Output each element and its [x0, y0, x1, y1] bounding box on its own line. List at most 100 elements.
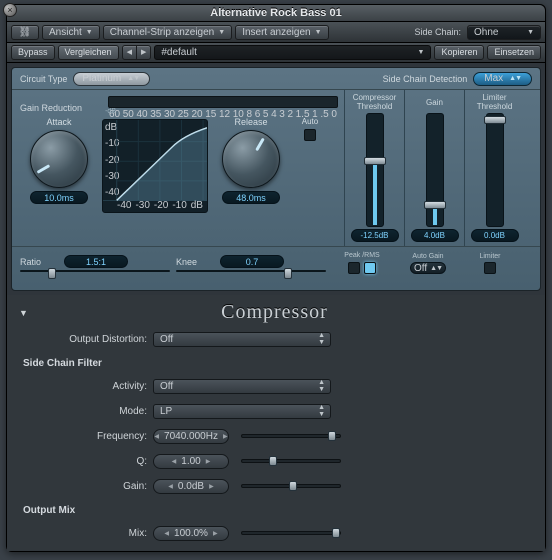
- q-row: Q: ◀1.00▶: [19, 451, 533, 471]
- limiter-readout[interactable]: 0.0dB: [471, 229, 519, 242]
- knee-readout[interactable]: 0.7: [220, 255, 284, 268]
- auto-gain-select[interactable]: Off▲▼: [410, 262, 446, 274]
- gain-readout[interactable]: 4.0dB: [411, 229, 459, 242]
- link-icon: ⛓: [18, 27, 32, 38]
- curve-svg: [103, 120, 207, 212]
- limiter-toggle-block: Limiter: [464, 253, 516, 274]
- gr-label: Gain Reduction: [20, 103, 102, 113]
- bottom-slider-row: Ratio 1.5:1 Knee 0.7 Peak /RMS: [12, 246, 540, 280]
- mode-label: Mode:: [19, 406, 147, 417]
- scf-gain-readout: 0.0dB: [178, 481, 204, 492]
- knee-slider[interactable]: [176, 270, 326, 272]
- limiter-toggle-label: Limiter: [479, 253, 500, 260]
- peak-rms-block: Peak /RMS: [332, 252, 392, 275]
- sidechain-select[interactable]: Ohne▼: [467, 25, 541, 40]
- rms-toggle[interactable]: [364, 262, 376, 274]
- output-distortion-row: Output Distortion: Off▲▼: [19, 329, 533, 349]
- chevron-left-icon: ◀: [168, 483, 173, 490]
- window-title: Alternative Rock Bass 01: [210, 7, 341, 19]
- activity-select[interactable]: Off▲▼: [153, 379, 331, 394]
- chevron-down-icon: ▼: [418, 49, 425, 56]
- close-button[interactable]: ×: [3, 3, 17, 17]
- mix-slider[interactable]: [241, 531, 341, 535]
- circuit-type-label: Circuit Type: [20, 74, 67, 84]
- circuit-type-value: Platinum: [82, 73, 121, 84]
- release-label: Release: [234, 117, 267, 127]
- attack-readout[interactable]: 10.0ms: [30, 191, 88, 204]
- chevron-down-icon: ▼: [315, 29, 322, 36]
- q-readout: 1.00: [181, 456, 200, 467]
- curve-x-ticks: -40-30-20-10dB: [117, 200, 203, 211]
- threshold-slider[interactable]: [366, 113, 384, 227]
- copy-button[interactable]: Kopieren: [434, 45, 484, 60]
- peak-toggle[interactable]: [348, 262, 360, 274]
- scd-label: Side Chain Detection: [383, 74, 468, 84]
- threshold-label: Compressor Threshold: [347, 93, 402, 111]
- view-menu[interactable]: Ansicht▼: [42, 25, 100, 40]
- auto-gain-value: Off: [414, 263, 427, 274]
- q-slider[interactable]: [241, 459, 341, 463]
- scd-select[interactable]: Max▲▼: [473, 72, 532, 86]
- channel-strip-menu[interactable]: Channel-Strip anzeigen▼: [103, 25, 232, 40]
- ratio-block: Ratio 1.5:1: [20, 255, 170, 272]
- transfer-curve: dB-10-20-30-40 -40-30-20-10dB: [102, 119, 208, 213]
- auto-release-toggle[interactable]: [304, 129, 316, 141]
- auto-gain-label: Auto Gain: [412, 253, 443, 260]
- disclosure-triangle[interactable]: ▼: [19, 308, 28, 318]
- titlebar[interactable]: × Alternative Rock Bass 01: [7, 5, 545, 22]
- q-value[interactable]: ◀1.00▶: [153, 454, 229, 469]
- stepper-icon: ▲▼: [127, 75, 139, 82]
- preset-next-button[interactable]: ▶: [137, 45, 151, 60]
- chevron-left-icon: ◀: [127, 48, 132, 56]
- attack-box: Attack 10.0ms: [20, 117, 98, 204]
- ratio-readout[interactable]: 1.5:1: [64, 255, 128, 268]
- output-distortion-select[interactable]: Off▲▼: [153, 332, 331, 347]
- toolbar-row-1: ⛓ Ansicht▼ Channel-Strip anzeigen▼ Inser…: [7, 22, 545, 42]
- plugin-window: × Alternative Rock Bass 01 ⛓ Ansicht▼ Ch…: [6, 4, 546, 552]
- ratio-label: Ratio: [20, 257, 60, 267]
- limiter-toggle[interactable]: [484, 262, 496, 274]
- mode-select[interactable]: LP▲▼: [153, 404, 331, 419]
- release-box: Release 48.0ms: [212, 117, 290, 204]
- stepper-icon: ▲▼: [509, 75, 521, 82]
- attack-knob[interactable]: [30, 130, 88, 188]
- auto-label: Auto: [302, 117, 318, 126]
- activity-label: Activity:: [19, 381, 147, 392]
- scf-gain-slider[interactable]: [241, 484, 341, 488]
- chevron-right-icon: ▶: [206, 458, 211, 465]
- insert-label: Insert anzeigen: [242, 27, 310, 38]
- preset-prev-button[interactable]: ◀: [122, 45, 137, 60]
- ratio-slider[interactable]: [20, 270, 170, 272]
- scf-gain-value[interactable]: ◀ 0.0dB ▶: [153, 479, 229, 494]
- preset-name: #default: [161, 47, 197, 58]
- frequency-slider[interactable]: [241, 434, 341, 438]
- activity-value: Off: [160, 381, 173, 392]
- chevron-left-icon: ◀: [154, 433, 159, 440]
- channel-strip-label: Channel-Strip anzeigen: [110, 27, 215, 38]
- limiter-slider[interactable]: [486, 113, 504, 227]
- release-knob[interactable]: [222, 130, 280, 188]
- gain-label: Gain: [426, 93, 443, 111]
- preset-select[interactable]: #default ▼: [154, 45, 431, 60]
- view-label: Ansicht: [49, 27, 82, 38]
- frequency-value[interactable]: ◀7040.000Hz▶: [153, 429, 229, 444]
- chevron-right-icon: ▶: [209, 483, 214, 490]
- bypass-button[interactable]: Bypass: [11, 45, 55, 60]
- plugin-title: Compressor: [38, 301, 511, 324]
- paste-button[interactable]: Einsetzen: [487, 45, 541, 60]
- link-button[interactable]: ⛓: [11, 25, 39, 40]
- compare-button[interactable]: Vergleichen: [58, 45, 119, 60]
- mix-label: Mix:: [19, 528, 147, 539]
- chevron-right-icon: ▶: [213, 530, 218, 537]
- insert-menu[interactable]: Insert anzeigen ▼: [235, 25, 328, 40]
- circuit-type-select[interactable]: Platinum ▲▼: [73, 72, 150, 86]
- release-readout[interactable]: 48.0ms: [222, 191, 280, 204]
- chevron-down-icon: ▼: [218, 29, 225, 36]
- panel-top-row: Circuit Type Platinum ▲▼ Side Chain Detec…: [12, 68, 540, 90]
- gain-slider[interactable]: [426, 113, 444, 227]
- threshold-readout[interactable]: -12.5dB: [351, 229, 399, 242]
- scf-heading: Side Chain Filter: [23, 358, 533, 369]
- plugin-body: Circuit Type Platinum ▲▼ Side Chain Detec…: [7, 63, 545, 551]
- limiter-strip: Limiter Threshold 0.0dB: [464, 90, 524, 246]
- mix-value[interactable]: ◀100.0%▶: [153, 526, 229, 541]
